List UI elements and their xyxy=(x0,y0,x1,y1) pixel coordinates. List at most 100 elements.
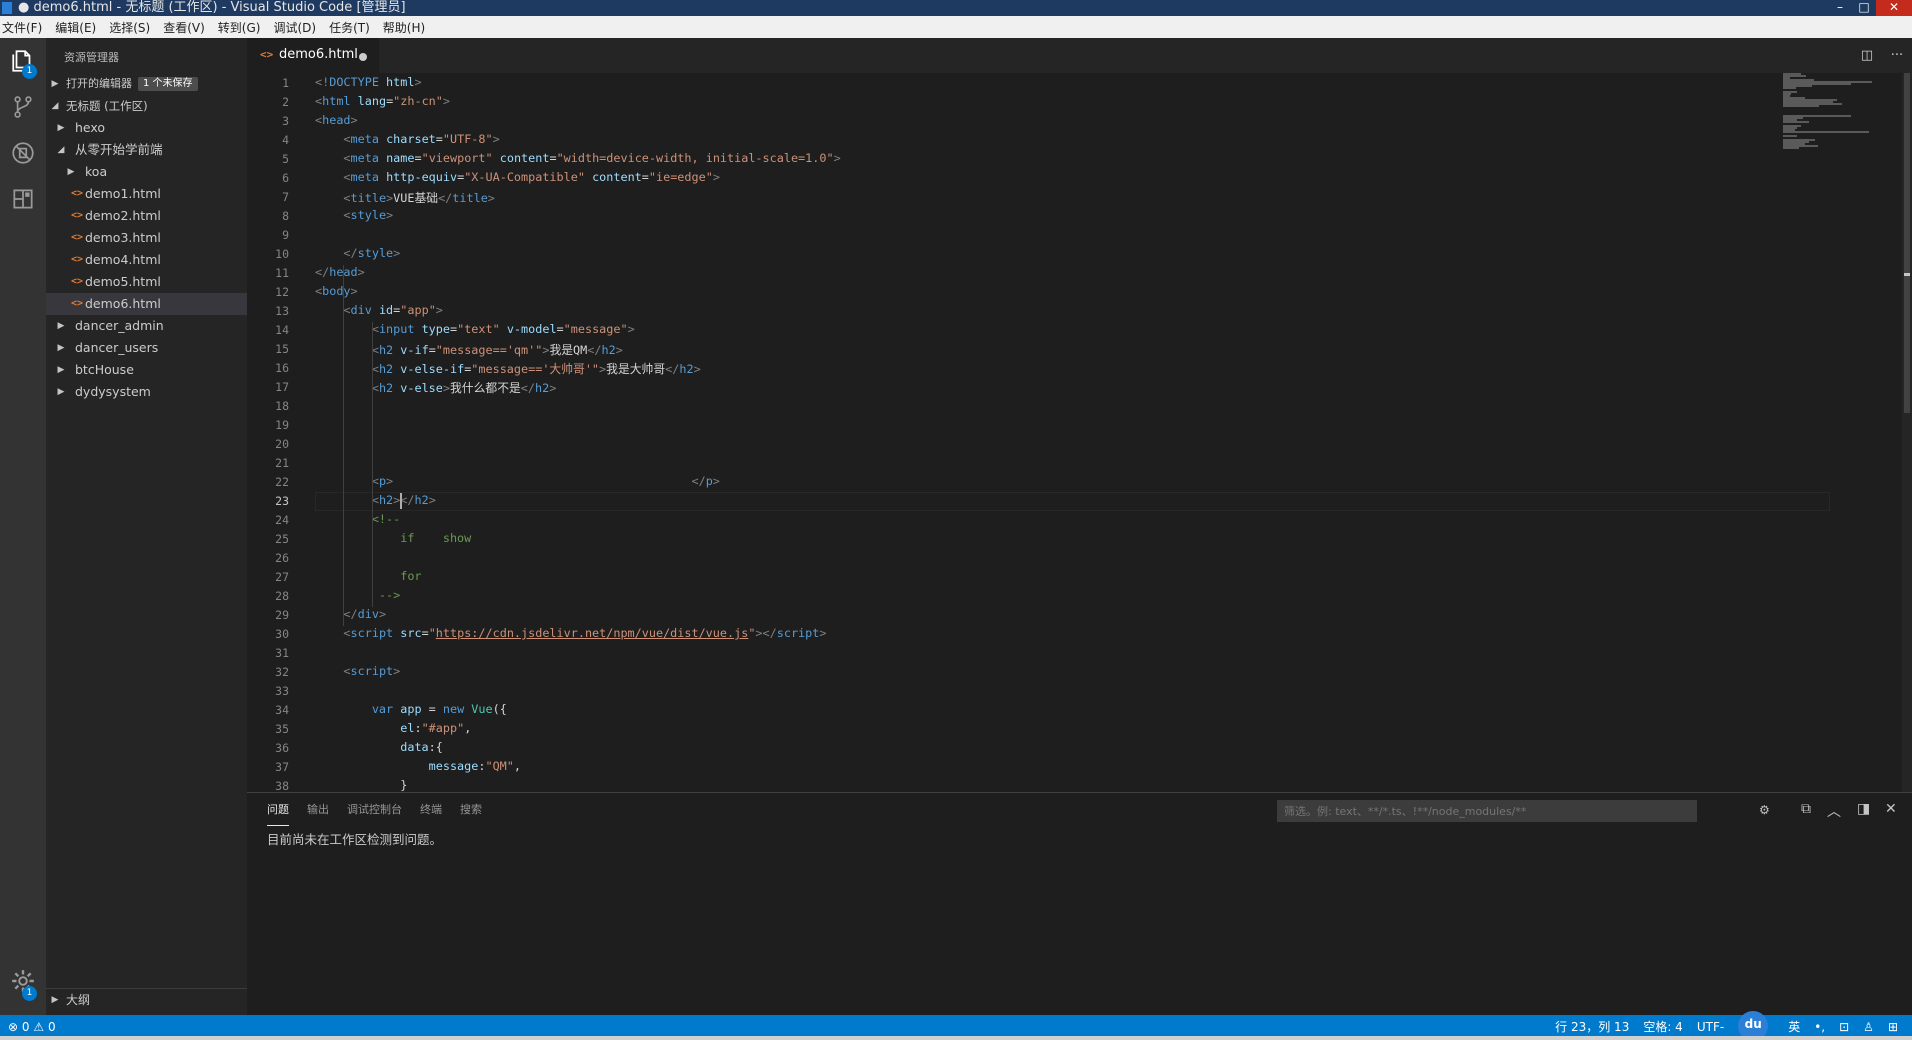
menu-debug[interactable]: 调试(D) xyxy=(273,19,316,36)
code-line[interactable]: <meta name="viewport" content="width=dev… xyxy=(315,151,840,165)
editor-scrollbar[interactable] xyxy=(1902,73,1912,792)
line-number: 33 xyxy=(275,684,289,698)
tree-file[interactable]: <> demo1.html xyxy=(46,183,247,205)
code-line[interactable]: </head> xyxy=(315,265,365,279)
menu-file[interactable]: 文件(F) xyxy=(2,19,42,36)
indent-guide xyxy=(343,265,345,626)
code-line[interactable]: <h2 v-else>我什么都不是</h2> xyxy=(315,379,557,396)
code-line[interactable]: if show xyxy=(315,531,471,545)
tree-folder[interactable]: ◢ 从零开始学前端 xyxy=(46,139,247,161)
tab-terminal[interactable]: 终端 xyxy=(420,793,442,827)
tab-demo6-html[interactable]: <> demo6.html xyxy=(247,38,379,73)
menu-edit[interactable]: 编辑(E) xyxy=(55,19,96,36)
code-line[interactable]: <title>VUE基础</title> xyxy=(315,189,494,206)
code-line[interactable]: <body> xyxy=(315,284,358,298)
chevron-right-icon: ▶ xyxy=(57,123,65,133)
problems-filter-input[interactable] xyxy=(1277,800,1697,822)
tree-folder[interactable]: ▶ dydysystem xyxy=(46,381,247,403)
tab-output[interactable]: 输出 xyxy=(307,793,329,827)
code-line[interactable]: data:{ xyxy=(315,740,443,754)
html-file-icon: <> xyxy=(71,210,84,221)
code-line[interactable]: <script src="https://cdn.jsdelivr.net/np… xyxy=(315,626,826,640)
code-line[interactable]: <div id="app"> xyxy=(315,303,442,317)
code-line[interactable]: <h2 v-if="message=='qm'">我是QM</h2> xyxy=(315,341,623,358)
menu-help[interactable]: 帮助(H) xyxy=(383,19,425,36)
code-line[interactable]: <script> xyxy=(315,664,400,678)
code-line[interactable]: <style> xyxy=(315,208,393,222)
line-number: 32 xyxy=(275,665,289,679)
tree-file[interactable]: <> demo2.html xyxy=(46,205,247,227)
debug-view-button[interactable] xyxy=(0,130,46,176)
close-window-button[interactable]: ✕ xyxy=(1876,0,1912,16)
explorer-view-button[interactable]: 1 xyxy=(0,38,46,84)
scrollbar-thumb[interactable] xyxy=(1904,73,1910,413)
tab-problems[interactable]: 问题 xyxy=(267,795,289,826)
menu-selection[interactable]: 选择(S) xyxy=(109,19,150,36)
tab-debug-console[interactable]: 调试控制台 xyxy=(347,793,402,827)
more-actions-icon[interactable]: ··· xyxy=(1882,48,1912,63)
minimize-button[interactable]: – xyxy=(1828,0,1852,16)
code-line[interactable]: message:"QM", xyxy=(315,759,521,773)
menu-tasks[interactable]: 任务(T) xyxy=(329,19,370,36)
menu-goto[interactable]: 转到(G) xyxy=(218,19,261,36)
tree-folder[interactable]: ▶ koa xyxy=(46,161,247,183)
code-line[interactable]: <!DOCTYPE html> xyxy=(315,75,422,89)
tree-item-label: demo6.html xyxy=(85,296,161,311)
tree-folder[interactable]: ▶ dancer_users xyxy=(46,337,247,359)
line-number: 14 xyxy=(275,323,289,337)
tree-file[interactable]: <> demo4.html xyxy=(46,249,247,271)
tab-search[interactable]: 搜索 xyxy=(460,793,482,827)
tree-file[interactable]: <> demo3.html xyxy=(46,227,247,249)
tree-item-label: dancer_users xyxy=(75,340,159,355)
tree-folder[interactable]: ▶ dancer_admin xyxy=(46,315,247,337)
collapse-all-icon[interactable]: ⧉ xyxy=(1801,801,1811,817)
extensions-view-button[interactable] xyxy=(0,176,46,222)
unsaved-dot-icon[interactable] xyxy=(359,53,367,61)
line-number: 8 xyxy=(282,209,289,223)
code-line[interactable]: <meta charset="UTF-8"> xyxy=(315,132,499,146)
code-line[interactable]: --> xyxy=(315,588,400,602)
code-line[interactable]: <head> xyxy=(315,113,358,127)
tree-file[interactable]: <> demo6.html xyxy=(46,293,247,315)
code-line[interactable]: <html lang="zh-cn"> xyxy=(315,94,450,108)
code-line[interactable]: <h2 v-else-if="message=='大帅哥'">我是大帅哥</h2… xyxy=(315,360,701,377)
tree-item-label: demo5.html xyxy=(85,274,161,289)
window-title: ● demo6.html - 无标题 (工作区) - Visual Studio… xyxy=(18,0,406,15)
tree-item-label: dancer_admin xyxy=(75,318,164,333)
code-line[interactable]: </div> xyxy=(315,607,386,621)
split-editor-icon[interactable]: ◫ xyxy=(1852,48,1882,63)
line-number: 6 xyxy=(282,171,289,185)
code-line[interactable]: <input type="text" v-model="message"> xyxy=(315,322,635,336)
code-line[interactable]: </style> xyxy=(315,246,400,260)
error-count: 0 xyxy=(21,1020,30,1034)
minimap[interactable] xyxy=(1783,73,1903,173)
chevron-down-icon: ◢ xyxy=(57,145,65,155)
open-editors-label: 打开的编辑器 1 个未保存 xyxy=(66,73,198,95)
code-line[interactable]: <h2></h2> xyxy=(315,493,436,507)
close-panel-icon[interactable]: ✕ xyxy=(1885,801,1897,817)
outline-section[interactable]: ▶ 大纲 xyxy=(46,988,247,1010)
menu-view[interactable]: 查看(V) xyxy=(163,19,205,36)
tree-folder[interactable]: ▶ btcHouse xyxy=(46,359,247,381)
code-line[interactable]: } xyxy=(315,778,407,792)
code-editor[interactable]: 1 2 3 4 5 6 7 8 9 10 11 12 13 14 15 16 17 18 19 20 21 22 23 24 2… xyxy=(247,73,1912,792)
chevron-up-icon[interactable]: ︿ xyxy=(1827,801,1841,821)
code-line[interactable]: for xyxy=(315,569,421,583)
maximize-button[interactable]: □ xyxy=(1852,0,1876,16)
source-control-view-button[interactable] xyxy=(0,84,46,130)
code-line[interactable]: <p> </p> xyxy=(315,474,720,488)
code-line[interactable]: <meta http-equiv="X-UA-Compatible" conte… xyxy=(315,170,720,184)
workspace-section[interactable]: ◢ 无标题 (工作区) xyxy=(46,95,247,117)
code-line[interactable]: <!-- xyxy=(315,512,400,526)
tree-item-label: demo4.html xyxy=(85,252,161,267)
toggle-panel-position-icon[interactable]: ◨ xyxy=(1857,801,1870,817)
filter-settings-icon[interactable]: ⚙ xyxy=(1759,803,1770,817)
code-line[interactable]: var app = new Vue({ xyxy=(315,702,507,716)
tree-folder[interactable]: ▶ hexo xyxy=(46,117,247,139)
manage-button[interactable]: 1 xyxy=(0,958,46,1004)
tree-file[interactable]: <> demo5.html xyxy=(46,271,247,293)
text-cursor xyxy=(400,493,403,509)
open-editors-section[interactable]: ▶ 打开的编辑器 1 个未保存 xyxy=(46,73,247,95)
code-line[interactable]: el:"#app", xyxy=(315,721,471,735)
tab-label: demo6.html xyxy=(279,47,358,62)
